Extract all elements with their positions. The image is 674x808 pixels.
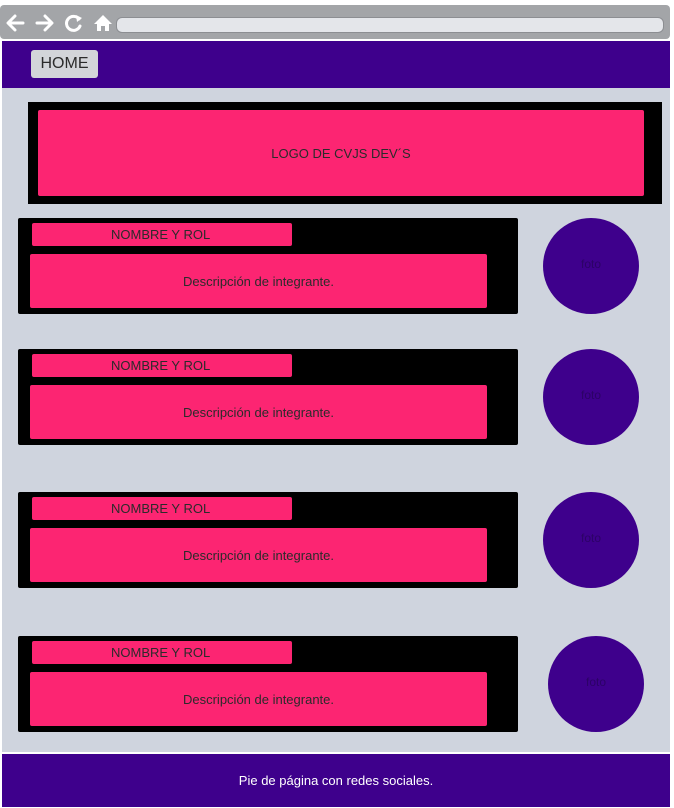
logo-placeholder: LOGO DE CVJS DEV´S	[38, 110, 644, 196]
main-content: LOGO DE CVJS DEV´S NOMBRE Y ROL Descripc…	[2, 88, 670, 752]
member-name-role: NOMBRE Y ROL	[32, 354, 292, 377]
member-card: NOMBRE Y ROL Descripción de integrante.	[18, 349, 518, 445]
footer-text: Pie de página con redes sociales.	[238, 773, 434, 788]
member-name-role: NOMBRE Y ROL	[32, 497, 292, 520]
member-photo: foto	[548, 636, 644, 732]
member-photo: foto	[543, 349, 639, 445]
member-description: Descripción de integrante.	[30, 528, 487, 582]
browser-toolbar	[0, 5, 670, 39]
member-card: NOMBRE Y ROL Descripción de integrante.	[18, 636, 518, 732]
home-button[interactable]: HOME	[31, 50, 98, 78]
member-card: NOMBRE Y ROL Descripción de integrante.	[18, 492, 518, 588]
site-footer: Pie de página con redes sociales.	[2, 754, 670, 807]
forward-arrow-icon[interactable]	[35, 14, 55, 32]
member-photo: foto	[543, 492, 639, 588]
logo-container: LOGO DE CVJS DEV´S	[28, 102, 662, 204]
site-header: HOME	[2, 41, 670, 88]
home-icon[interactable]	[93, 14, 113, 32]
member-description: Descripción de integrante.	[30, 672, 487, 726]
member-name-role: NOMBRE Y ROL	[32, 223, 292, 246]
member-card: NOMBRE Y ROL Descripción de integrante.	[18, 218, 518, 314]
back-arrow-icon[interactable]	[5, 14, 25, 32]
member-photo: foto	[543, 218, 639, 314]
reload-icon[interactable]	[64, 14, 84, 32]
member-description: Descripción de integrante.	[30, 385, 487, 439]
member-name-role: NOMBRE Y ROL	[32, 641, 292, 664]
address-bar[interactable]	[116, 17, 664, 33]
member-description: Descripción de integrante.	[30, 254, 487, 308]
